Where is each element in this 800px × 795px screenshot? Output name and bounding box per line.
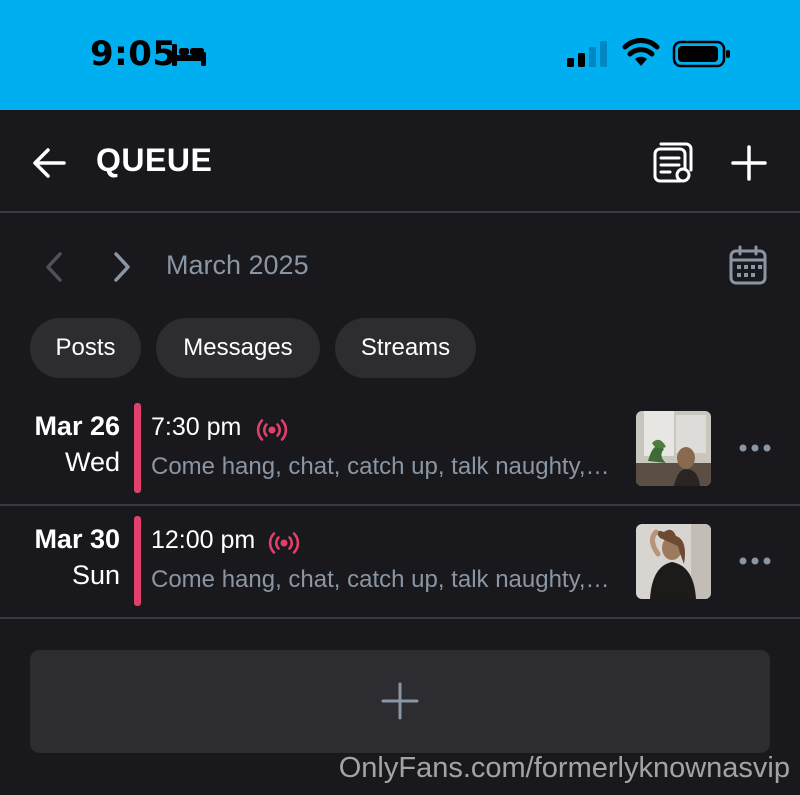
item-time: 12:00 pm	[151, 526, 256, 554]
battery-icon	[672, 40, 730, 68]
back-arrow-icon[interactable]	[30, 144, 68, 182]
wifi-icon	[622, 38, 660, 66]
accent-bar	[134, 403, 141, 493]
thumbnail-image[interactable]	[636, 411, 711, 486]
date-column: Mar 30 Sun	[34, 522, 120, 594]
status-time: 9:05	[90, 34, 177, 74]
add-to-queue-button[interactable]	[30, 650, 770, 753]
cellular-signal-icon	[567, 41, 607, 67]
bed-icon	[172, 44, 206, 66]
item-weekday: Wed	[64, 447, 120, 477]
filter-chip-posts[interactable]: Posts	[30, 318, 141, 378]
item-time: 7:30 pm	[151, 413, 242, 441]
queue-item[interactable]: Mar 30 Sun 12:00 pm Come hang, chat, cat…	[0, 506, 800, 619]
filter-chip-streams[interactable]: Streams	[335, 318, 476, 378]
accent-bar	[134, 516, 141, 606]
item-date: Mar 30	[34, 524, 120, 554]
live-stream-icon	[268, 532, 300, 554]
date-column: Mar 26 Wed	[34, 409, 120, 481]
list-settings-icon[interactable]	[652, 142, 694, 184]
live-stream-icon	[256, 419, 288, 441]
watermark: OnlyFans.com/formerlyknownasvip	[338, 752, 790, 784]
item-description: Come hang, chat, catch up, talk naughty,…	[151, 453, 611, 480]
status-bar: 9:05	[0, 0, 800, 110]
more-options-icon[interactable]	[738, 435, 772, 461]
chevron-left-icon[interactable]	[40, 250, 70, 284]
plus-icon[interactable]	[730, 144, 768, 182]
header: QUEUE	[0, 110, 800, 213]
page-title: QUEUE	[96, 142, 213, 178]
chevron-right-icon[interactable]	[106, 250, 136, 284]
item-weekday: Sun	[71, 560, 120, 590]
month-label: March 2025	[166, 250, 309, 280]
item-date: Mar 26	[34, 411, 120, 441]
calendar-icon[interactable]	[728, 244, 768, 286]
queue-item[interactable]: Mar 26 Wed 7:30 pm Come hang, chat, catc…	[0, 393, 800, 506]
item-description: Come hang, chat, catch up, talk naughty,…	[151, 566, 611, 593]
more-options-icon[interactable]	[738, 548, 772, 574]
thumbnail-image[interactable]	[636, 524, 711, 599]
filter-chip-messages[interactable]: Messages	[156, 318, 320, 378]
plus-icon	[381, 682, 419, 720]
